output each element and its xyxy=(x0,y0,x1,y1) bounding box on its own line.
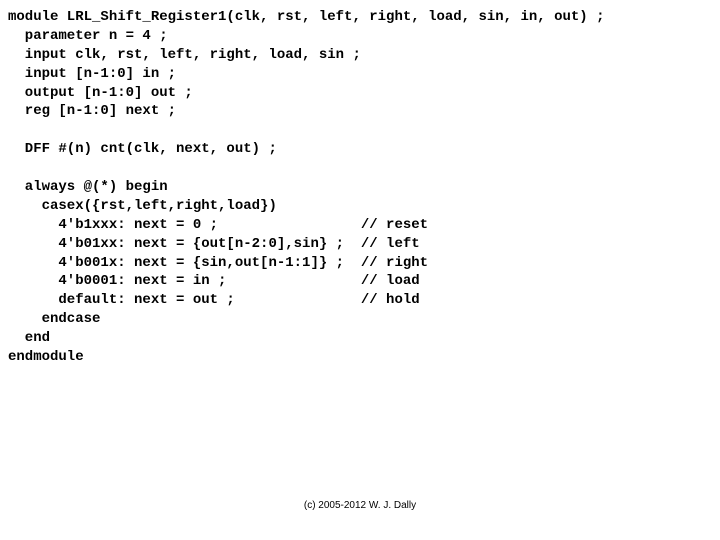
code-block: module LRL_Shift_Register1(clk, rst, lef… xyxy=(8,8,712,367)
code-line: 4'b0001: next = in ; // load xyxy=(8,273,420,289)
code-line: reg [n-1:0] next ; xyxy=(8,103,176,119)
code-line: always @(*) begin xyxy=(8,179,168,195)
code-line: 4'b1xxx: next = 0 ; // reset xyxy=(8,217,428,233)
copyright-footer: (c) 2005-2012 W. J. Dally xyxy=(0,499,720,513)
code-line: 4'b01xx: next = {out[n-2:0],sin} ; // le… xyxy=(8,236,420,252)
code-line: default: next = out ; // hold xyxy=(8,292,420,308)
code-line: 4'b001x: next = {sin,out[n-1:1]} ; // ri… xyxy=(8,255,428,271)
code-line: input [n-1:0] in ; xyxy=(8,66,176,82)
code-line: output [n-1:0] out ; xyxy=(8,85,193,101)
code-line: module LRL_Shift_Register1(clk, rst, lef… xyxy=(8,9,605,25)
code-line: input clk, rst, left, right, load, sin ; xyxy=(8,47,361,63)
code-line: DFF #(n) cnt(clk, next, out) ; xyxy=(8,141,277,157)
code-line: casex({rst,left,right,load}) xyxy=(8,198,277,214)
code-line: endmodule xyxy=(8,349,84,365)
code-line: end xyxy=(8,330,50,346)
code-line: parameter n = 4 ; xyxy=(8,28,168,44)
code-line: endcase xyxy=(8,311,100,327)
